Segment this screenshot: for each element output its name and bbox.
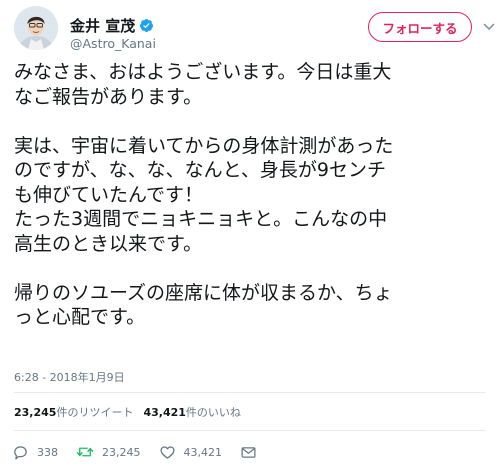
tweet-line: なご報告があります。 <box>14 85 203 108</box>
divider <box>14 392 486 393</box>
tweet-line-blank <box>14 109 486 134</box>
divider <box>14 430 486 431</box>
envelope-icon <box>241 446 256 458</box>
tweet-line-blank <box>14 256 486 281</box>
follow-button[interactable]: フォローする <box>368 12 472 42</box>
tweet-header: 金井 宣茂 @Astro_Kanai フォローする <box>14 6 495 54</box>
display-name-text[interactable]: 金井 宣茂 <box>70 17 135 35</box>
likes-label[interactable]: 件のいいね <box>186 406 241 419</box>
retweet-count: 23,245 <box>102 445 141 459</box>
display-name[interactable]: 金井 宣茂 <box>70 15 154 36</box>
heart-icon <box>159 445 175 459</box>
tweet-line: っと心配です。 <box>14 306 146 328</box>
reply-icon <box>14 445 27 460</box>
tweet-line: みなさま、おはようございます。今日は重大 <box>14 61 392 83</box>
tweet-line: 実は、宇宙に着いてからの身体計測があった <box>14 134 394 157</box>
like-button[interactable]: 43,421 <box>159 444 223 461</box>
user-handle[interactable]: @Astro_Kanai <box>70 36 156 51</box>
tweet-line: 高生のとき以来です。 <box>14 232 203 255</box>
direct-message-button[interactable] <box>240 444 257 461</box>
retweets-count[interactable]: 23,245 <box>14 406 56 419</box>
like-count: 43,421 <box>183 445 223 459</box>
avatar[interactable] <box>14 6 58 50</box>
tweet-line: たった3週間でニョキニョキと。こんなの中 <box>14 208 388 230</box>
reply-count: 338 <box>37 445 58 459</box>
tweet-line: 帰りのソユーズの座席に体が収まるか、ちょ <box>14 281 393 304</box>
likes-count[interactable]: 43,421 <box>143 406 185 419</box>
tweet-actions: 338 23,245 43,421 <box>12 441 275 463</box>
tweet-timestamp[interactable]: 6:28 - 2018年1月9日 <box>14 369 125 385</box>
reply-button[interactable]: 338 <box>12 444 58 461</box>
retweet-icon <box>76 447 94 457</box>
tweet-line: のですが、な、な、なんと、身長が9センチ <box>14 159 386 181</box>
verified-badge-icon <box>140 18 154 33</box>
engagement-stats: 23,245件のリツイート 43,421件のいいね <box>14 404 241 420</box>
retweet-button[interactable]: 23,245 <box>76 443 141 461</box>
tweet-text: みなさま、おはようございます。今日は重大 なご報告があります。 実は、宇宙に着い… <box>14 60 486 330</box>
retweets-label[interactable]: 件のリツイート <box>56 406 133 419</box>
chevron-down-icon[interactable] <box>482 20 496 34</box>
tweet-line: も伸びていたんです！ <box>14 183 204 206</box>
